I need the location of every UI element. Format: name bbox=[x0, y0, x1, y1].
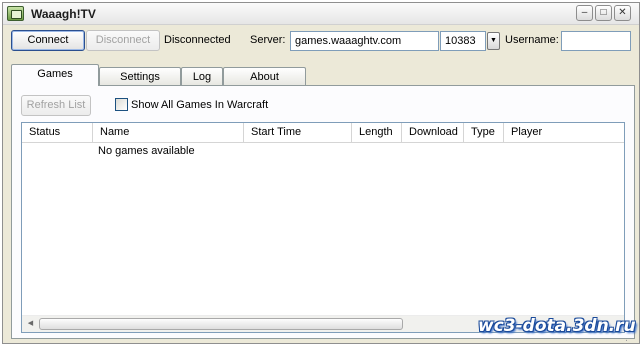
column-start-time[interactable]: Start Time bbox=[244, 123, 352, 143]
maximize-button[interactable]: □ bbox=[595, 5, 612, 21]
title-bar[interactable]: Waaagh!TV – □ ✕ bbox=[3, 3, 639, 25]
port-dropdown-icon[interactable]: ▼ bbox=[487, 32, 500, 50]
refresh-list-button[interactable]: Refresh List bbox=[21, 95, 91, 116]
close-button[interactable]: ✕ bbox=[614, 5, 631, 21]
list-header: Status Name Start Time Length Download T… bbox=[22, 123, 624, 143]
connection-status: Disconnected bbox=[164, 34, 231, 46]
column-download[interactable]: Download bbox=[402, 123, 464, 143]
disconnect-button[interactable]: Disconnect bbox=[86, 30, 160, 51]
empty-list-message: No games available bbox=[98, 145, 195, 157]
port-input[interactable]: 10383 bbox=[440, 31, 486, 51]
column-status[interactable]: Status bbox=[22, 123, 93, 143]
app-window: Waaagh!TV – □ ✕ Connect Disconnect Disco… bbox=[2, 2, 640, 344]
tab-about[interactable]: About bbox=[223, 67, 306, 86]
app-icon bbox=[7, 6, 24, 21]
tab-log[interactable]: Log bbox=[181, 67, 223, 86]
scrollbar-thumb[interactable] bbox=[39, 318, 403, 330]
username-label: Username: bbox=[505, 34, 559, 46]
column-name[interactable]: Name bbox=[93, 123, 244, 143]
tab-games[interactable]: Games bbox=[11, 64, 99, 86]
username-input[interactable] bbox=[561, 31, 631, 51]
minimize-button[interactable]: – bbox=[576, 5, 593, 21]
window-title: Waaagh!TV bbox=[31, 7, 96, 21]
column-player[interactable]: Player bbox=[504, 123, 624, 143]
scroll-left-icon[interactable]: ◀ bbox=[22, 316, 39, 332]
games-list[interactable]: Status Name Start Time Length Download T… bbox=[21, 122, 625, 333]
show-all-games-checkbox[interactable] bbox=[115, 98, 128, 111]
server-input[interactable]: games.waaaghtv.com bbox=[290, 31, 439, 51]
column-type[interactable]: Type bbox=[464, 123, 504, 143]
server-label: Server: bbox=[250, 34, 286, 46]
tab-settings[interactable]: Settings bbox=[99, 67, 181, 86]
connect-button[interactable]: Connect bbox=[11, 30, 85, 51]
column-length[interactable]: Length bbox=[352, 123, 402, 143]
watermark-text: wc3-dota.3dn.ru bbox=[478, 316, 636, 336]
show-all-games-label: Show All Games In Warcraft bbox=[131, 99, 269, 111]
